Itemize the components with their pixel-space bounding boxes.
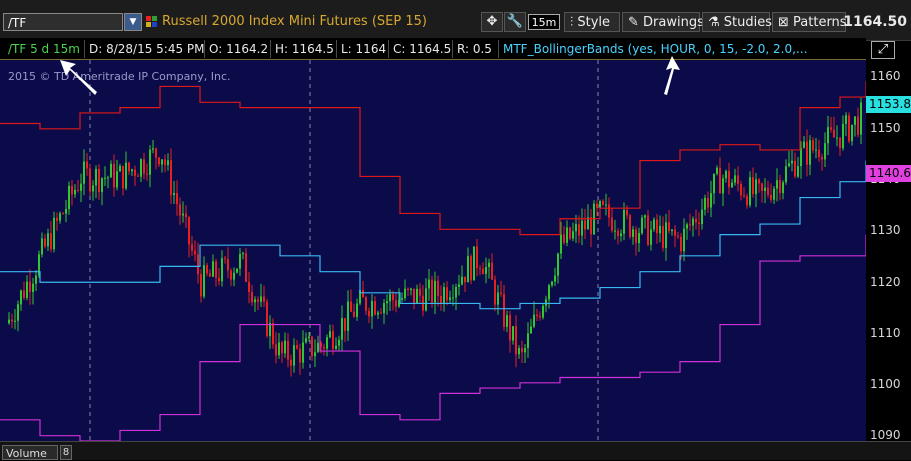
- volume-pane-button[interactable]: 8: [60, 445, 72, 460]
- annotation-arrows: [60, 56, 680, 95]
- volume-pane-label[interactable]: Volume: [2, 445, 58, 460]
- arrow-icon: [664, 56, 680, 95]
- lower-pane-header: Volume 8: [0, 441, 911, 460]
- arrow-icon: [60, 60, 97, 95]
